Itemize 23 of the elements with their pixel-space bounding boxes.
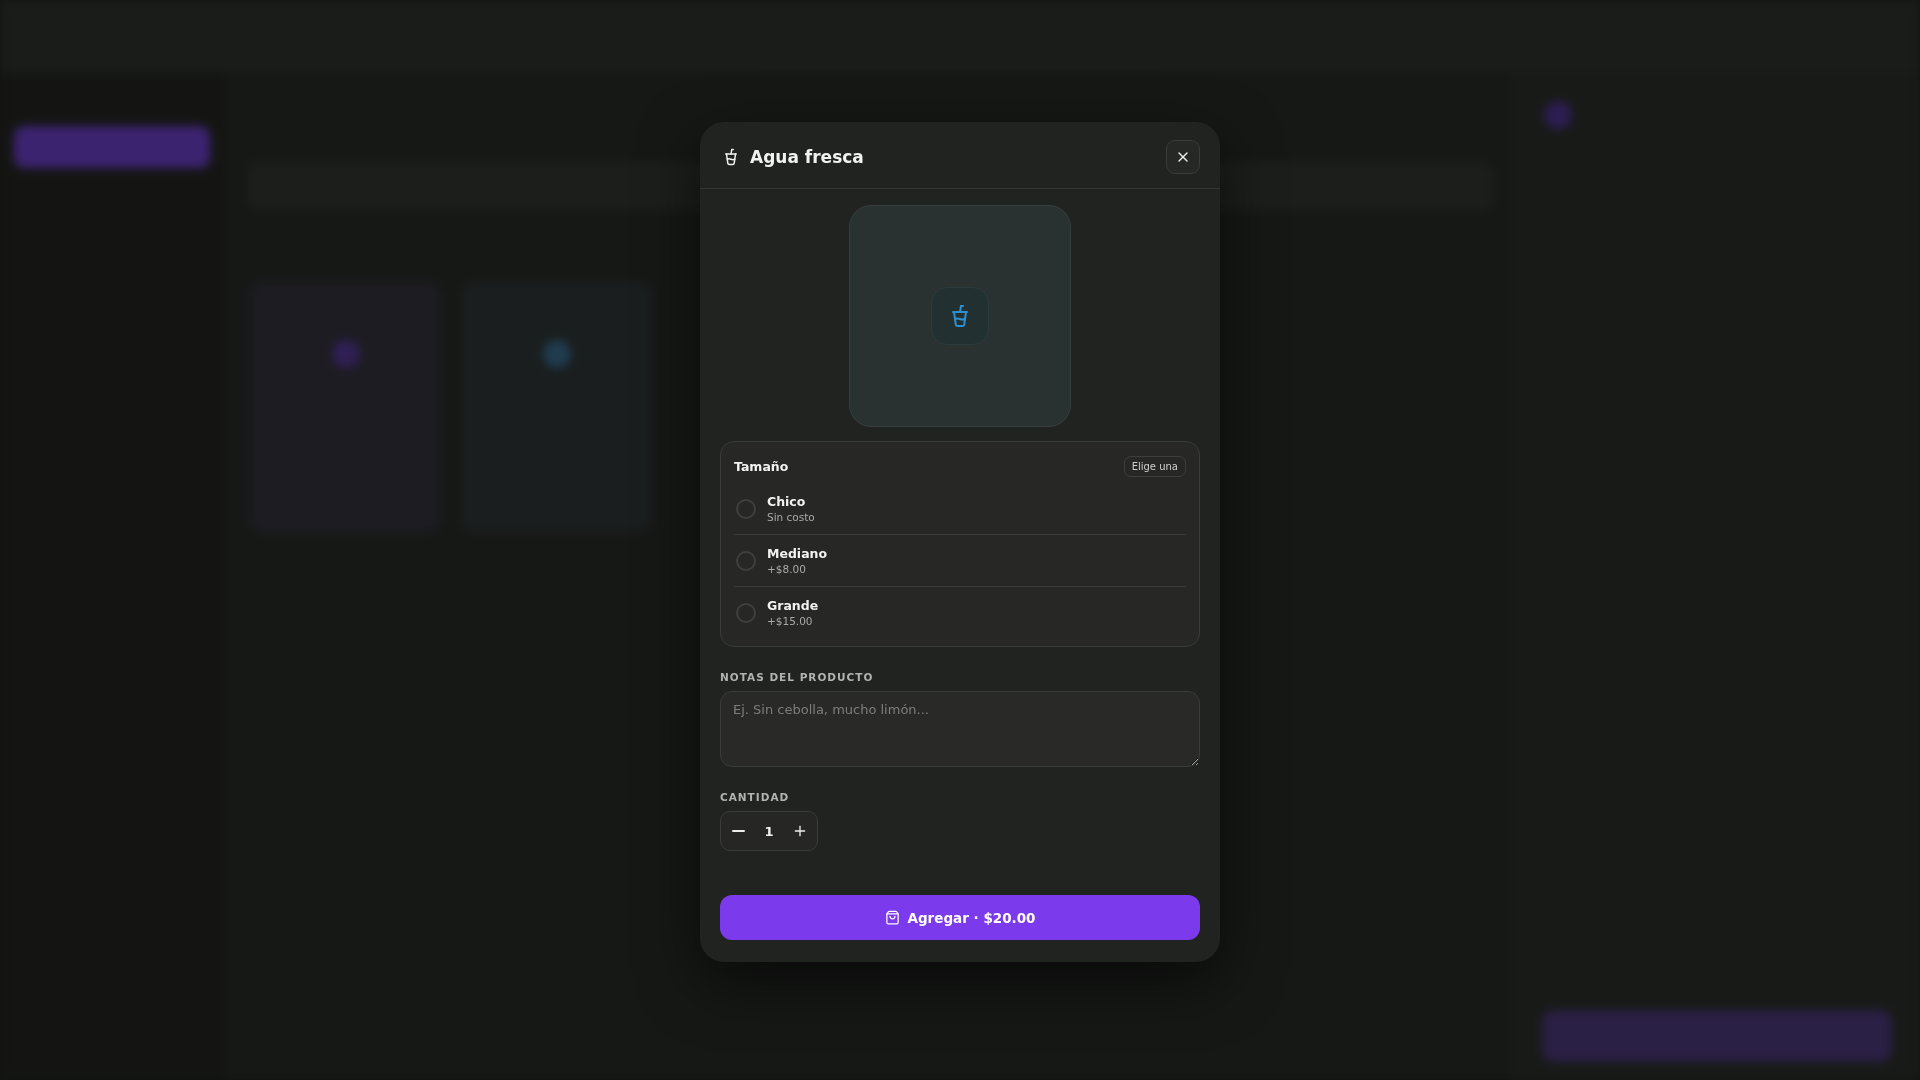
option-price: Sin costo bbox=[767, 511, 815, 523]
option-price: +$8.00 bbox=[767, 563, 807, 575]
option-name: Chico bbox=[767, 494, 807, 509]
shopping-bag-icon bbox=[884, 910, 900, 925]
notes-label: NOTAS DEL PRODUCTO bbox=[720, 671, 875, 683]
minus-icon bbox=[731, 830, 745, 832]
option-name: Mediano bbox=[767, 546, 828, 561]
radio-button[interactable] bbox=[736, 498, 756, 519]
cup-icon bbox=[722, 148, 740, 166]
plus-icon bbox=[792, 823, 808, 839]
quantity-value: 1 bbox=[763, 823, 775, 839]
cup-icon bbox=[931, 287, 989, 345]
close-button[interactable] bbox=[1166, 140, 1200, 174]
quantity-label: CANTIDAD bbox=[720, 791, 791, 803]
radio-button[interactable] bbox=[736, 602, 756, 623]
notes-field[interactable]: Ej. Sin cebolla, mucho limón... bbox=[720, 691, 1200, 767]
add-to-order-button[interactable]: Agregar · $20.00 bbox=[720, 895, 1200, 940]
option-group-title: Tamaño bbox=[734, 459, 789, 474]
dialog-title: Agua fresca bbox=[750, 147, 865, 167]
option-price: +$15.00 bbox=[767, 615, 814, 627]
radio-button[interactable] bbox=[736, 550, 756, 571]
option-name: Grande bbox=[767, 598, 819, 613]
required-badge: Elige una bbox=[1123, 456, 1186, 477]
